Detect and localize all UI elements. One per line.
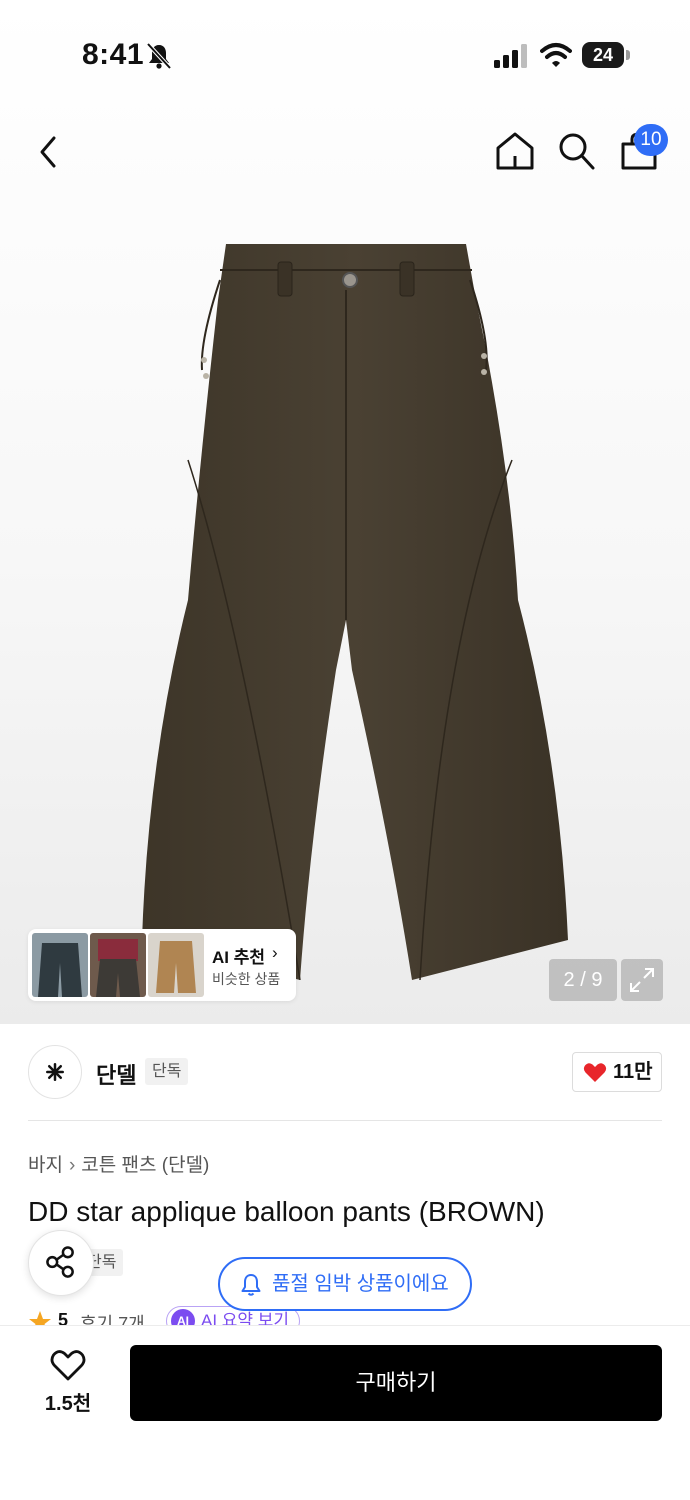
wishlist-count: 1.5천 <box>44 1393 92 1415</box>
star-icon <box>29 1311 51 1326</box>
expand-icon <box>630 968 654 992</box>
image-page-counter: 2 / 9 <box>549 959 617 1001</box>
brand-logo[interactable] <box>28 1045 82 1099</box>
back-chevron-icon[interactable] <box>28 130 68 174</box>
breadcrumb-item[interactable]: 바지 <box>28 1155 63 1176</box>
home-icon[interactable] <box>494 130 536 172</box>
ai-badge-icon: AI <box>171 1309 195 1326</box>
exclusive-tag: 단독 <box>145 1058 189 1085</box>
expand-image-button[interactable] <box>621 959 663 1001</box>
asterisk-logo-icon <box>46 1063 64 1081</box>
status-bar: 8:41 24 <box>0 0 690 110</box>
brand-like-button[interactable]: 11만 <box>572 1052 662 1092</box>
ai-thumbnail <box>148 933 204 997</box>
status-time: 8:41 <box>82 38 145 71</box>
divider <box>28 1120 662 1121</box>
rating-score: 5 <box>58 1310 69 1326</box>
ai-recommend-title: AI 추천 <box>212 948 266 967</box>
review-count[interactable]: 후기 7개 <box>80 1310 145 1326</box>
share-button[interactable] <box>28 1230 94 1296</box>
battery-level: 24 <box>592 45 614 65</box>
buy-button[interactable]: 구매하기 <box>130 1345 662 1421</box>
search-icon[interactable] <box>556 130 596 172</box>
ai-thumbnail <box>90 933 146 997</box>
product-image <box>142 244 568 980</box>
cart-count-badge: 10 <box>634 124 668 156</box>
chevron-right-icon: › <box>68 1155 76 1176</box>
battery-icon: 24 <box>582 42 630 68</box>
share-icon <box>46 1246 74 1278</box>
bell-off-icon <box>146 42 172 70</box>
ai-recommend-card[interactable]: AI 추천 › 비슷한 상품 <box>28 929 296 1001</box>
breadcrumb-item[interactable]: 코튼 팬츠 (단델) <box>81 1155 209 1176</box>
ai-thumbnail <box>32 933 88 997</box>
brand-like-count: 11만 <box>613 1061 653 1083</box>
heart-filled-icon <box>583 1063 607 1082</box>
bell-icon <box>241 1274 261 1296</box>
ai-recommend-subtitle: 비슷한 상품 <box>212 971 281 987</box>
breadcrumb: 바지 › 코튼 팬츠 (단델) <box>28 1150 209 1177</box>
low-stock-text: 품절 임박 상품이에요 <box>272 1273 449 1295</box>
low-stock-notice[interactable]: 품절 임박 상품이에요 <box>218 1257 472 1311</box>
wifi-icon <box>540 43 572 67</box>
product-title: DD star applique balloon pants (BROWN) <box>28 1196 545 1227</box>
heart-outline-icon[interactable] <box>50 1348 86 1382</box>
brand-name[interactable]: 단델 <box>96 1058 136 1090</box>
cellular-signal-icon <box>494 44 527 68</box>
chevron-right-icon: › <box>272 943 278 962</box>
